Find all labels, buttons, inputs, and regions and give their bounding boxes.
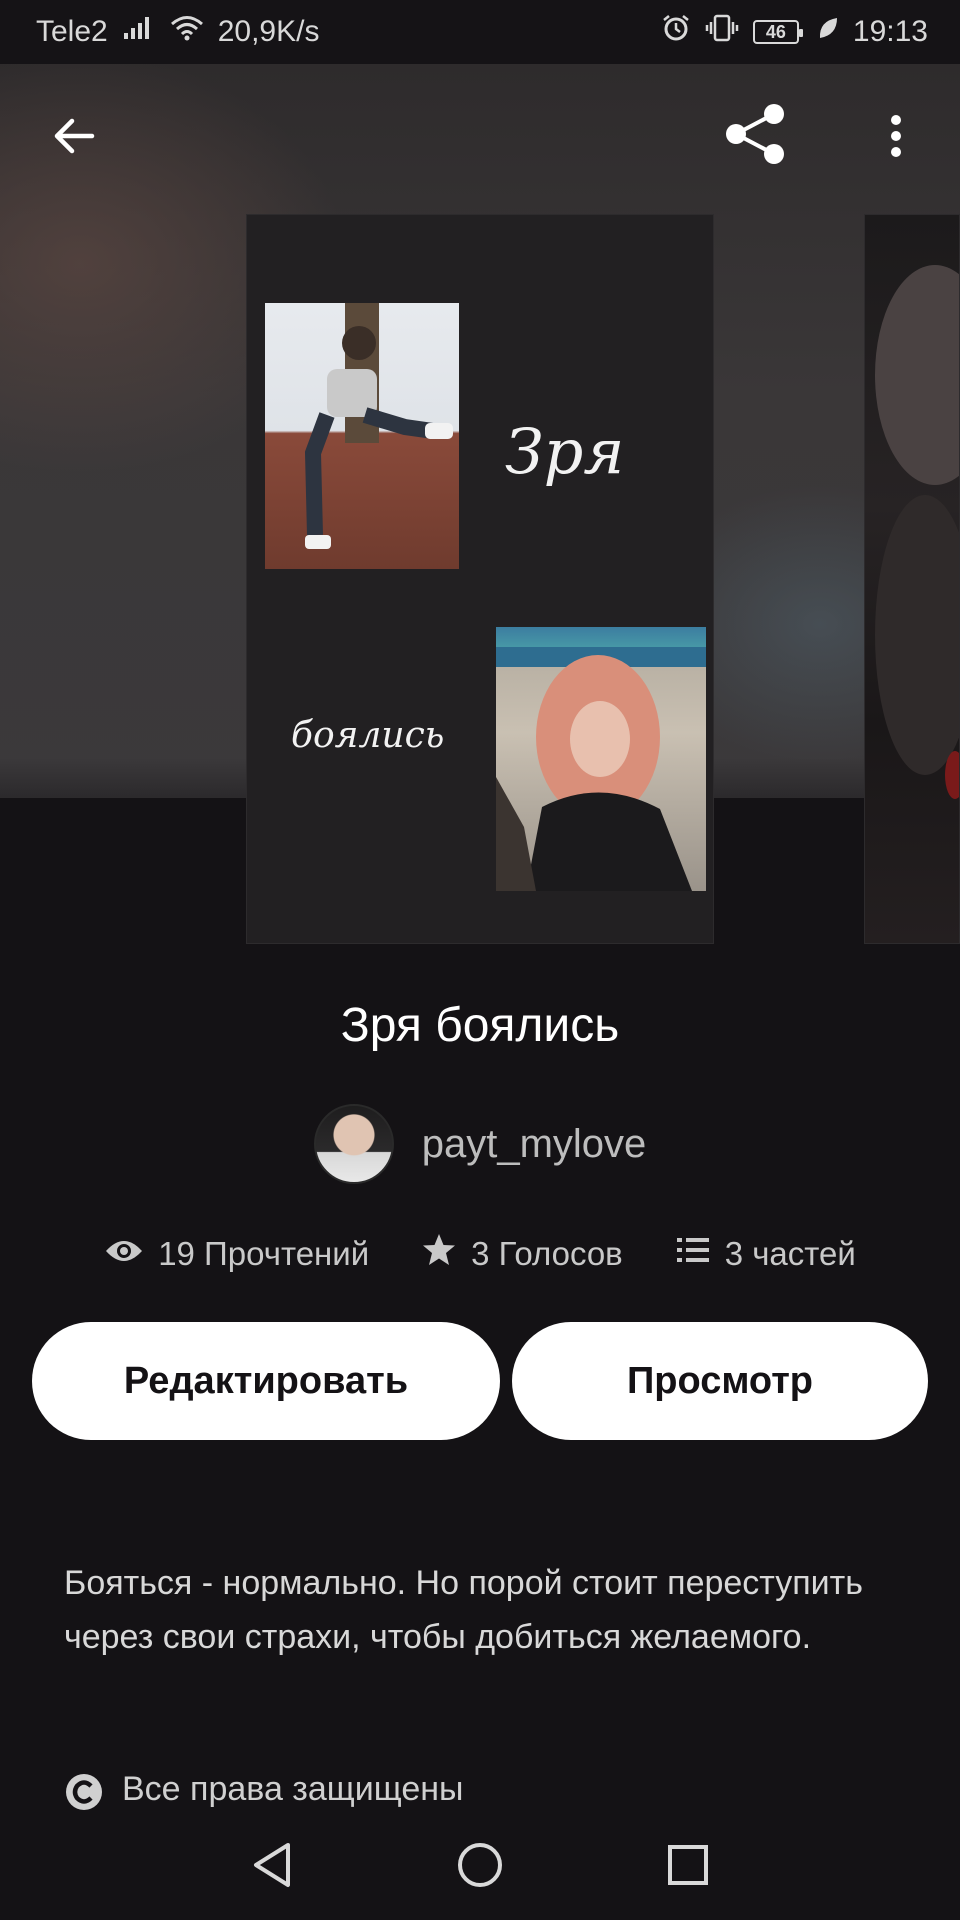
leaf-icon [817,15,839,49]
votes-stat: 3 Голосов [421,1232,623,1276]
cover-photo-boy [265,303,459,569]
copyright-icon [64,1770,104,1814]
square-recents-icon [666,1843,710,1892]
system-nav-bar [0,1814,960,1920]
cover-script-title-2: боялись [291,715,445,756]
list-icon [675,1235,711,1273]
nav-recents-button[interactable] [658,1837,718,1897]
share-button[interactable] [720,100,792,172]
battery-icon: 46 [752,20,803,44]
triangle-back-icon [250,1841,294,1894]
carrier-name: Tele2 [36,15,108,48]
share-icon [722,100,790,173]
alarm-icon [661,13,691,51]
battery-level: 46 [765,21,786,42]
star-icon [421,1232,457,1276]
next-story-cover[interactable] [864,214,960,944]
edit-button[interactable]: Редактировать [32,1322,500,1440]
story-title: Зря боялись [340,999,620,1052]
reads-stat: 19 Прочтений [104,1235,369,1273]
signal-icon [122,15,156,49]
network-speed: 20,9K/s [217,15,320,48]
story-description: Бояться - нормально. Но порой стоит пере… [64,1564,863,1656]
status-bar: Tele2 20,9K/s 46 19:13 [0,0,960,64]
votes-count: 3 Голосов [471,1235,623,1272]
parts-count: 3 частей [724,1235,856,1272]
story-cover[interactable]: Зря боялись [246,214,714,944]
circle-home-icon [456,1841,504,1894]
clock-time: 19:13 [852,15,928,48]
copyright-row: Все права защищены [64,1770,463,1814]
more-vertical-icon [886,112,906,165]
copyright-text: Все права защищены [122,1770,464,1808]
cover-script-title-1: Зря [505,415,625,488]
status-bar-left: Tele2 20,9K/s [36,14,319,50]
parts-stat: 3 частей [675,1235,856,1273]
back-button[interactable] [38,102,110,174]
story-details-screen: Tele2 20,9K/s 46 19:13 Зря боялись Зря б… [0,0,960,1920]
author-avatar[interactable] [313,1104,394,1184]
eye-icon [104,1235,144,1273]
more-options-button[interactable] [860,102,932,174]
nav-back-button[interactable] [242,1837,302,1897]
arrow-left-icon [50,112,98,165]
wifi-icon [170,14,204,50]
story-stats: 19 Прочтений 3 Голосов 3 частей [0,1232,960,1276]
author-row[interactable]: payt_mylove [0,1104,960,1184]
author-name[interactable]: payt_mylove [422,1122,647,1167]
reads-count: 19 Прочтений [158,1235,370,1272]
cover-photo-girl [496,627,706,891]
view-button[interactable]: Просмотр [512,1322,928,1440]
status-bar-right: 46 19:13 [661,13,928,51]
nav-home-button[interactable] [450,1837,510,1897]
vibrate-icon [705,13,739,51]
